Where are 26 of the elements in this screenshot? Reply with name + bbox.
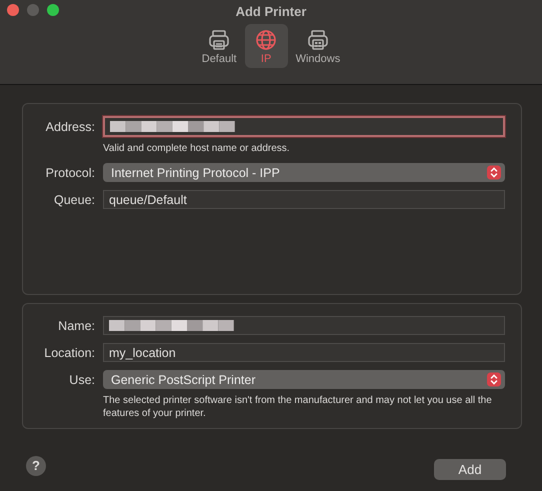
globe-icon — [254, 28, 278, 52]
popup-menu[interactable]: Generic PostScript Printer — [103, 370, 505, 389]
stepper-icon — [487, 372, 501, 387]
field-label: Queue: — [52, 192, 96, 206]
input-field[interactable]: queue/Default — [103, 190, 505, 209]
stepper-icon — [487, 165, 501, 180]
window-title: Add Printer — [236, 4, 306, 19]
input-field[interactable]: my_location — [103, 343, 505, 362]
field-label: Use: — [68, 372, 96, 386]
field-label: Name: — [57, 318, 96, 332]
zoom-button[interactable] — [47, 4, 59, 16]
toolbar-tab[interactable]: Windows — [290, 24, 346, 68]
help-text: Valid and complete host name or address. — [103, 142, 291, 155]
input-field[interactable] — [103, 116, 505, 137]
printer-icon — [207, 28, 232, 52]
printer-icon — [306, 28, 330, 52]
help-text: The selected printer software isn't from the manufacturer and may not let you use all the features of your printer. — [103, 394, 493, 420]
field-label: Protocol: — [44, 166, 96, 180]
input-field[interactable] — [103, 316, 505, 335]
close-button[interactable] — [7, 4, 19, 16]
toolbar-tab[interactable]: Default — [196, 24, 243, 68]
field-label: Address: — [44, 120, 96, 134]
popup-menu[interactable]: Internet Printing Protocol - IPP — [103, 163, 505, 182]
help-button[interactable]: ? — [26, 456, 46, 476]
field-label: Location: — [43, 346, 96, 360]
add-button[interactable]: Add — [434, 459, 506, 480]
